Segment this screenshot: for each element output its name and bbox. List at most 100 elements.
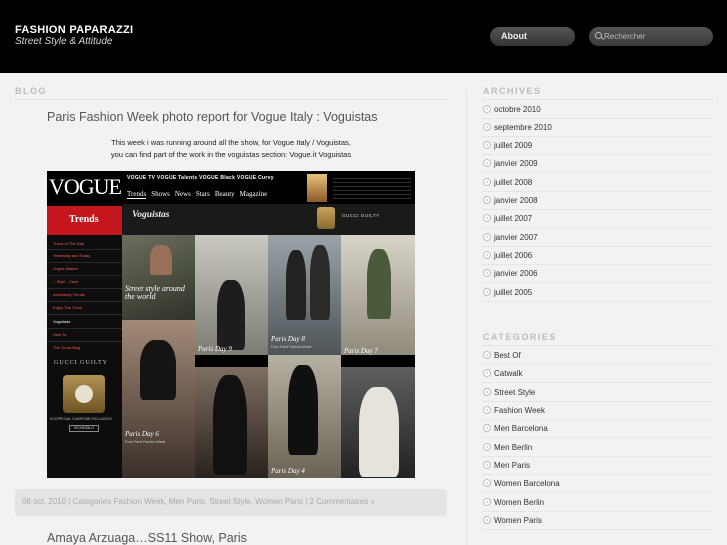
- photo-paris-day-6: Paris Day 6 From Paris Fashion Week: [122, 320, 195, 478]
- list-divider: [483, 118, 713, 119]
- list-divider: [483, 437, 713, 438]
- list-divider: [483, 191, 713, 192]
- archive-link[interactable]: juillet 2009: [483, 141, 532, 150]
- photo-figure: [359, 387, 399, 477]
- list-divider: [483, 264, 713, 265]
- bullet-icon: [483, 105, 491, 113]
- archive-link[interactable]: juillet 2008: [483, 178, 532, 187]
- archive-link[interactable]: juillet 2007: [483, 214, 532, 223]
- category-link[interactable]: Women Berlin: [483, 498, 544, 507]
- vogue-side-item: Voguistas: [53, 319, 71, 324]
- bullet-icon: [483, 251, 491, 259]
- vogue-side-item: + Style - Cash: [53, 279, 79, 284]
- list-divider: [483, 456, 713, 457]
- photo-caption: Paris Day 4: [271, 467, 305, 475]
- bullet-icon: [483, 141, 491, 149]
- category-link[interactable]: Street Style: [483, 388, 535, 397]
- archive-label: juillet 2009: [494, 141, 533, 150]
- post-title[interactable]: Amaya Arzuaga…SS11 Show, Paris: [47, 531, 247, 545]
- vogue-menu-item: News: [174, 190, 191, 198]
- bullet-icon: [483, 424, 491, 432]
- category-link[interactable]: Women Barcelona: [483, 479, 560, 488]
- category-label: Best Of: [494, 351, 521, 360]
- archive-label: juillet 2005: [494, 288, 533, 297]
- bullet-icon: [483, 159, 491, 167]
- archive-link[interactable]: janvier 2008: [483, 196, 538, 205]
- vogue-menu: Trends Shows News Stars Beauty Magazine: [127, 190, 272, 199]
- list-divider: [483, 401, 713, 402]
- bullet-icon: [483, 178, 491, 186]
- vogue-menu-item: Beauty: [214, 190, 235, 198]
- category-link[interactable]: Men Barcelona: [483, 424, 548, 433]
- photo-figure: [367, 249, 391, 319]
- search-input[interactable]: [604, 30, 709, 43]
- vogue-gucci-banner: GUCCI GUILTY: [342, 213, 380, 218]
- post-intro: This week i was running around all the s…: [47, 137, 415, 161]
- archives-heading: ARCHIVES: [483, 86, 542, 96]
- category-label: Fashion Week: [494, 406, 545, 415]
- vogue-side-divider: [47, 275, 122, 276]
- bullet-icon: [483, 214, 491, 222]
- archive-label: juillet 2007: [494, 214, 533, 223]
- vogue-menu-item: Shows: [151, 190, 170, 198]
- photo-figure: [286, 250, 306, 320]
- category-label: Women Paris: [494, 516, 542, 525]
- bullet-icon: [483, 233, 491, 241]
- perfume-bottle: [317, 207, 335, 229]
- photo-caption: Paris Day 8: [271, 335, 305, 343]
- vogue-banner-title: Voguistas: [132, 210, 170, 220]
- list-divider: [483, 419, 713, 420]
- bullet-icon: [483, 123, 491, 131]
- vogue-side-item: The Trend Blog: [53, 345, 81, 350]
- column-divider: [466, 90, 467, 545]
- bullet-icon: [483, 196, 491, 204]
- archive-label: octobre 2010: [494, 105, 541, 114]
- blog-divider: [15, 99, 447, 100]
- category-label: Women Berlin: [494, 498, 545, 507]
- post-intro-line[interactable]: you can find part of the work in the vog…: [47, 149, 415, 161]
- list-divider: [483, 382, 713, 383]
- photo-figure: [213, 375, 247, 475]
- category-link[interactable]: Men Paris: [483, 461, 530, 470]
- site-tagline: Street Style & Attitude: [15, 36, 113, 47]
- post-title[interactable]: Paris Fashion Week photo report for Vogu…: [47, 110, 378, 124]
- photo-paris-day-7: Paris Day 7: [341, 235, 415, 355]
- archive-link[interactable]: janvier 2006: [483, 269, 538, 278]
- archive-link[interactable]: octobre 2010: [483, 105, 541, 114]
- bullet-icon: [483, 461, 491, 469]
- photo-caption: Paris Day 9: [198, 345, 232, 353]
- photo-paris-day-9: Paris Day 9: [195, 235, 268, 355]
- vogue-side-divider: [47, 328, 122, 329]
- categories-divider: [483, 345, 713, 346]
- site-title[interactable]: FASHION PAPARAZZI: [15, 24, 133, 36]
- bullet-icon: [483, 498, 491, 506]
- vogue-side-item: Accessory Trends: [53, 292, 85, 297]
- vogue-side-divider: [47, 249, 122, 250]
- category-link[interactable]: Men Berlin: [483, 443, 532, 452]
- bullet-icon: [483, 351, 491, 359]
- voguistas-image[interactable]: VOGUE VOGUE TV VOGUE Talents VOGUE Black…: [47, 171, 415, 478]
- archive-label: janvier 2008: [494, 196, 538, 205]
- vogue-top-links: VOGUE TV VOGUE Talents VOGUE Black VOGUE…: [127, 175, 274, 181]
- photo-figure: [310, 245, 330, 320]
- vogue-topright-text: [333, 175, 411, 201]
- bullet-icon: [483, 388, 491, 396]
- category-label: Men Berlin: [494, 443, 533, 452]
- list-divider: [483, 209, 713, 210]
- archive-link[interactable]: juillet 2006: [483, 251, 532, 260]
- archive-link[interactable]: janvier 2007: [483, 233, 538, 242]
- vogue-trends-label: Trends: [47, 206, 122, 235]
- list-divider: [483, 246, 713, 247]
- bullet-icon: [483, 443, 491, 451]
- category-link[interactable]: Catwalk: [483, 369, 522, 378]
- nav-about-button[interactable]: About: [490, 27, 575, 46]
- vogue-side-divider: [47, 341, 122, 342]
- category-link[interactable]: Women Paris: [483, 516, 542, 525]
- list-divider: [483, 492, 713, 493]
- archive-link[interactable]: septembre 2010: [483, 123, 552, 132]
- archive-link[interactable]: janvier 2009: [483, 159, 538, 168]
- category-link[interactable]: Fashion Week: [483, 406, 545, 415]
- bullet-icon: [483, 288, 491, 296]
- archive-link[interactable]: juillet 2005: [483, 288, 532, 297]
- category-link[interactable]: Best Of: [483, 351, 521, 360]
